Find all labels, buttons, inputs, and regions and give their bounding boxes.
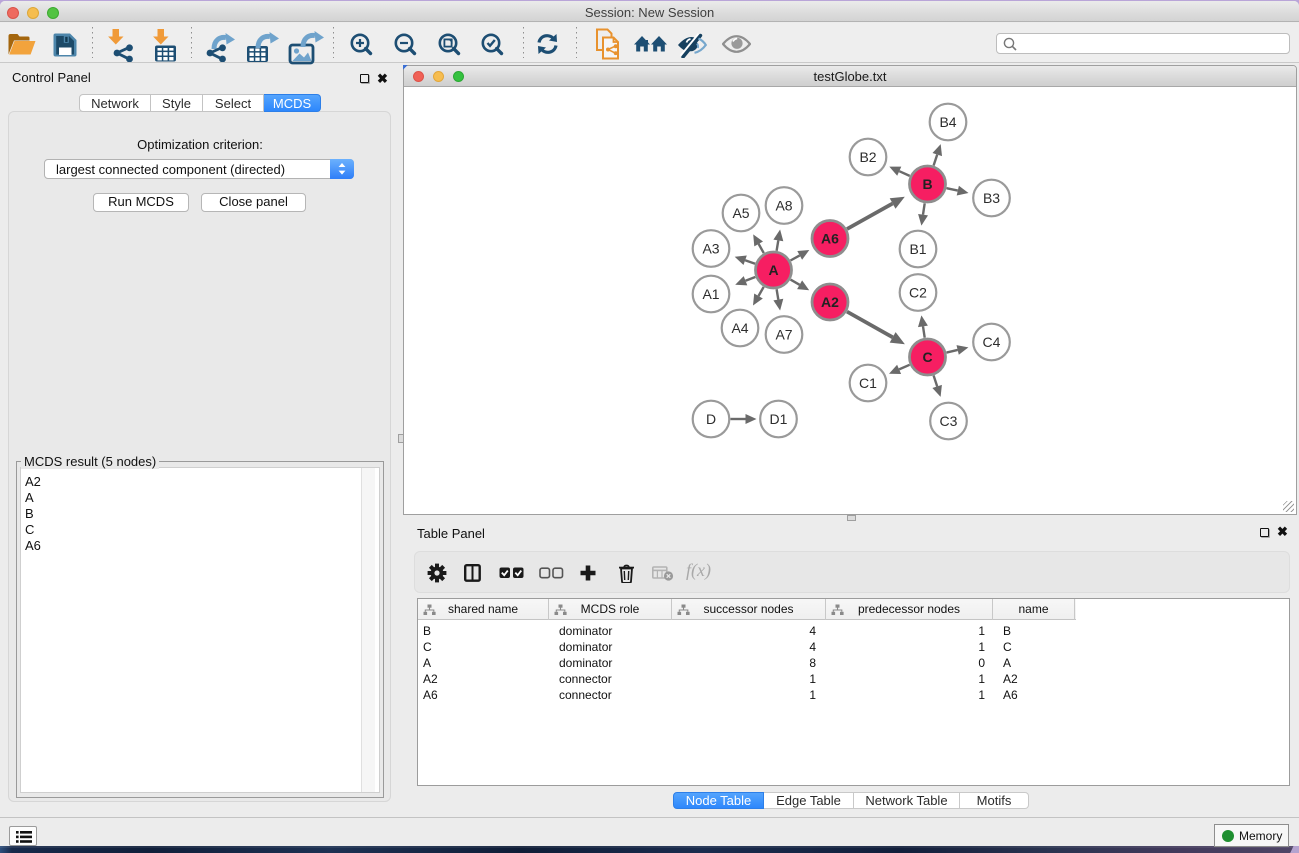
svg-text:B: B — [922, 176, 932, 192]
svg-text:A8: A8 — [775, 198, 792, 214]
svg-text:D1: D1 — [770, 411, 788, 427]
svg-text:B1: B1 — [909, 241, 926, 257]
svg-text:A2: A2 — [821, 294, 839, 310]
svg-text:C4: C4 — [983, 334, 1001, 350]
svg-text:B4: B4 — [939, 114, 956, 130]
svg-text:B3: B3 — [983, 190, 1000, 206]
svg-text:A7: A7 — [775, 327, 792, 343]
svg-text:C: C — [922, 349, 932, 365]
svg-text:A3: A3 — [702, 241, 719, 257]
svg-text:A: A — [768, 262, 778, 278]
svg-text:C2: C2 — [909, 285, 927, 301]
svg-text:C3: C3 — [940, 413, 958, 429]
svg-text:A6: A6 — [821, 231, 839, 247]
svg-text:A1: A1 — [702, 286, 719, 302]
svg-text:D: D — [706, 411, 716, 427]
svg-text:A4: A4 — [731, 320, 748, 336]
svg-text:B2: B2 — [859, 149, 876, 165]
svg-text:A5: A5 — [732, 205, 749, 221]
svg-text:C1: C1 — [859, 375, 877, 391]
